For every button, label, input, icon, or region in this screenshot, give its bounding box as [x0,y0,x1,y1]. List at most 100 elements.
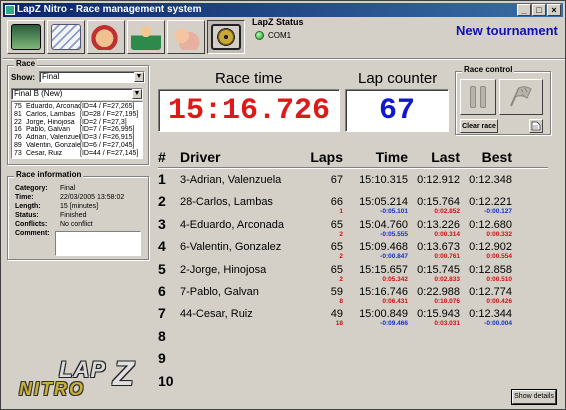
hand-icon [91,24,121,50]
best-delta: 0:00.510 [486,275,512,283]
entry-name: Carlos, Lambas [26,110,76,118]
entry-info: [ID=44 / F=27,145] [80,149,139,157]
pos-value: 9 [158,350,166,367]
drivers-tool-button[interactable] [87,20,125,54]
clear-race-button[interactable]: Clear race [460,119,498,133]
time-cell: 15:16.746 0:06.431 [343,283,408,305]
race-select[interactable]: Final B (New) ▼ [11,88,143,100]
last-cell [408,373,460,395]
time-value: 15:15.657 [359,263,408,276]
entry-info: [ID=28 / F=27,195] [80,110,139,118]
time-cell [343,328,408,350]
category-label: Category: [15,185,48,192]
entry-name: Jorge, Hinojosa [26,118,75,126]
pause-icon [470,86,476,108]
show-select[interactable]: Final ▼ [39,71,145,83]
connection-led-icon [255,31,264,40]
person-icon [131,24,161,50]
list-item[interactable]: 81 Carlos, Lambas [ID=28 / F=27,195] [14,111,140,119]
table-row[interactable]: 6 7-Pablo, Galvan 59 8 15:16.746 0:06.431 0:22… [158,283,562,305]
entry-num: 22 [14,118,22,126]
driver-cell: 7-Pablo, Galvan [180,283,300,305]
best-cell [460,328,512,350]
list-item[interactable]: 89 Valentin, Gonzalez [ID=6 / F=27,045] [14,142,140,150]
time-label: Time: [15,194,34,201]
best-cell: 0:12.858 0:00.510 [460,261,512,283]
comment-field[interactable] [55,231,141,256]
time-value: 15:04.760 [359,218,408,231]
time-value: 15:09.468 [359,241,408,254]
checkered-flag-icon [510,86,532,107]
last-delta: 0:10.076 [434,297,460,305]
time-delta: -0:09.466 [380,320,408,328]
driver-cell: 6-Valentin, Gonzalez [180,238,300,260]
last-cell: 0:22.988 0:10.076 [408,283,460,305]
conflicts-value: No conflict [60,221,93,228]
driver-value: 7-Pablo, Galvan [180,285,259,298]
pos-cell: 4 [158,238,180,260]
logo-nitro-text: NITRO [19,379,85,399]
race-tool-button[interactable] [7,20,45,54]
results-divider [158,167,548,169]
table-row[interactable]: 8 [158,328,562,350]
race-time-display: 15:16.726 [158,89,340,132]
app-icon [5,5,15,15]
cd-icon [211,24,241,50]
last-value: 0:15.745 [417,263,460,276]
last-value: 0:12.912 [417,174,460,186]
last-cell [408,328,460,350]
list-item[interactable]: 76 Adrian, Valenzuela [ID=3 / F=26,915] [14,134,140,142]
list-item[interactable]: 75 Eduardo, Arconada [ID=4 / F=27,265] [14,103,140,111]
documents-tool-button[interactable] [47,20,85,54]
last-cell: 0:13.673 0:00.761 [408,238,460,260]
pos-cell: 3 [158,216,180,238]
best-cell: 0:12.344 -0:00.004 [460,305,512,327]
entries-list[interactable]: 75 Eduardo, Arconada [ID=4 / F=27,265] 81 Ca… [11,101,143,159]
best-value: 0:12.344 [469,308,512,321]
person-tool-button[interactable] [127,20,165,54]
documents-icon [51,24,81,50]
laps-delta: 2 [339,253,343,261]
length-value: 15 [minutes] [60,203,99,210]
list-item[interactable]: 22 Jorge, Hinojosa [ID=2 / F=27,3] [14,119,140,127]
race-control-title: Race control [462,65,515,74]
time-cell: 15:10.315 [343,171,408,193]
pos-cell: 7 [158,305,180,327]
table-row[interactable]: 9 [158,350,562,372]
start-race-button[interactable] [499,79,543,115]
close-button[interactable]: × [547,4,561,16]
table-row[interactable]: 2 28-Carlos, Lambas 66 1 15:05.214 -0:05.101 0… [158,193,562,215]
best-delta: 0:00.332 [486,230,512,238]
status-label: Status: [15,212,39,219]
report-button[interactable] [529,119,543,133]
table-row[interactable]: 4 6-Valentin, Gonzalez 65 2 15:09.468 -0:00.8… [158,238,562,260]
table-row[interactable]: 5 2-Jorge, Hinojosa 65 2 15:15.657 0:05.342 0:… [158,261,562,283]
window-title: LapZ Nitro - Race management system [17,4,202,15]
table-row[interactable]: 10 [158,373,562,395]
table-row[interactable]: 3 4-Eduardo, Arconada 65 2 15:04.760 -0:05.55… [158,216,562,238]
table-row[interactable]: 1 3-Adrian, Valenzuela 67 15:10.315 0:12.912… [158,171,562,193]
com-port-label: COM1 [268,31,292,40]
status-value: Finished [60,212,87,219]
race-info-title: Race information [14,170,84,179]
chevron-down-icon: ▼ [132,89,142,99]
pause-button[interactable] [460,79,496,115]
time-cell: 15:09.468 -0:00.847 [343,238,408,260]
pos-value: 4 [158,238,166,255]
pos-cell: 9 [158,350,180,372]
table-row[interactable]: 7 44-Cesar, Ruiz 49 18 15:00.849 -0:09.466 0:1… [158,305,562,327]
driver-cell: 4-Eduardo, Arconada [180,216,300,238]
driver-value: 4-Eduardo, Arconada [180,218,284,231]
maximize-button[interactable]: □ [532,4,546,16]
baby-tool-button[interactable] [167,20,205,54]
list-item[interactable]: 73 Cesar, Ruiz [ID=44 / F=27,145] [14,150,140,158]
list-item[interactable]: 16 Pablo, Galvan [ID=7 / F=26,995] [14,126,140,134]
driver-cell: 28-Carlos, Lambas [180,193,300,215]
pos-value: 1 [158,171,166,187]
cd-tool-button[interactable] [207,20,245,54]
show-details-button[interactable]: Show details [512,390,556,404]
minimize-button[interactable]: _ [517,4,531,16]
baby-icon [171,24,201,50]
laps-cell: 59 8 [300,283,343,305]
entry-num: 73 [14,149,22,157]
